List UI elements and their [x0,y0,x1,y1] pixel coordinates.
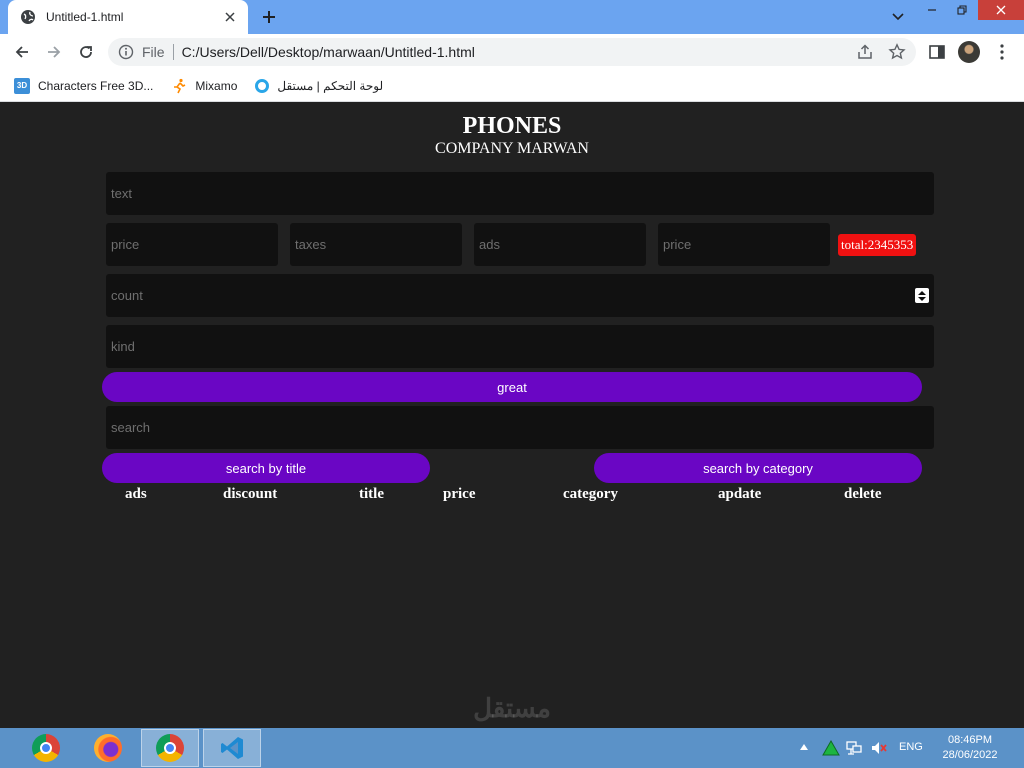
running-figure-icon [171,78,187,94]
column-header-price: price [443,486,476,502]
bookmark-label: لوحة التحكم | مستقل [277,78,384,93]
bookmark-mostaql[interactable]: لوحة التحكم | مستقل [255,78,384,93]
mostaql-logo-icon [255,78,270,93]
taskbar-firefox[interactable] [79,729,137,767]
column-header-title: title [359,486,384,502]
kebab-menu-icon[interactable] [994,43,1010,61]
tab-search-chevron-icon[interactable] [888,8,908,26]
clock-time: 08:46PM [947,734,993,746]
new-tab-button[interactable] [258,6,280,28]
search-input[interactable] [106,406,934,449]
column-header-delete: delete [844,486,882,502]
bookmarks-bar: 3D Characters Free 3D... Mixamo لوحة الت… [0,70,1024,102]
column-header-discount: discount [223,486,278,502]
clock-date: 28/06/2022 [942,749,998,761]
url-text[interactable]: C:/Users/Dell/Desktop/marwaan/Untitled-1… [182,44,856,60]
side-panel-icon[interactable] [928,43,946,61]
column-header-ads: ads [125,486,147,502]
search-by-title-button[interactable]: search by title [102,453,430,483]
browser-toolbar: File C:/Users/Dell/Desktop/marwaan/Untit… [0,34,1024,70]
bookmark-star-icon[interactable] [888,43,906,61]
info-icon[interactable] [118,44,134,60]
create-button[interactable]: great [102,372,922,402]
close-tab-icon[interactable] [222,9,238,25]
language-indicator[interactable]: ENG [899,741,923,753]
globe-icon [20,9,36,25]
discount-price-input[interactable] [658,223,830,266]
page-subtitle: COMPANY MARWAN [435,140,589,157]
column-header-category: category [563,486,618,502]
back-arrow-icon[interactable] [10,40,34,64]
total-badge: total:2345353 [838,234,917,256]
watermark-logo: مستقل [473,693,551,723]
browser-tab[interactable]: Untitled-1.html [8,0,248,34]
chrome-profile-icon [156,734,184,762]
count-stepper[interactable] [915,288,929,303]
taskbar-chrome[interactable] [17,729,75,767]
bookmark-characters[interactable]: 3D Characters Free 3D... [14,77,154,94]
omnibox-divider [172,44,174,60]
window-minimize-button[interactable] [918,0,946,20]
vscode-icon [219,735,245,761]
browser-tab-strip: Untitled-1.html [0,0,1024,34]
window-restore-button[interactable] [948,0,976,20]
stepper-up-icon[interactable] [918,290,926,295]
reload-icon[interactable] [74,40,98,64]
page-title: PHONES [462,113,562,139]
taskbar-vscode[interactable] [203,729,261,767]
firefox-icon [94,734,122,762]
forward-arrow-icon[interactable] [42,40,66,64]
page-viewport: PHONES COMPANY MARWAN total:2345353 grea… [0,103,1024,728]
search-by-category-button[interactable]: search by category [594,453,922,483]
3d-badge-icon: 3D [14,77,30,94]
address-bar[interactable]: File C:/Users/Dell/Desktop/marwaan/Untit… [108,38,916,66]
text-input[interactable] [106,172,934,215]
network-icon[interactable] [845,740,863,756]
ads-input[interactable] [474,223,646,266]
volume-muted-icon[interactable] [870,740,888,756]
count-input[interactable] [106,274,934,317]
stepper-down-icon[interactable] [918,296,926,301]
taxes-input[interactable] [290,223,462,266]
tab-title: Untitled-1.html [46,10,124,24]
share-icon[interactable] [856,43,874,61]
price-input[interactable] [106,223,278,266]
bookmark-mixamo[interactable]: Mixamo [171,78,237,94]
bookmark-label: Characters Free 3D... [38,78,154,93]
column-header-update: apdate [718,486,762,502]
window-close-button[interactable] [978,0,1024,20]
kind-input[interactable] [106,325,934,368]
taskbar-chrome-profile[interactable] [141,729,199,767]
url-scheme-label: File [142,44,165,60]
chrome-icon [32,734,60,762]
tray-triangle-icon[interactable] [822,740,840,756]
clock[interactable]: 08:46PM 28/06/2022 [940,733,1000,763]
bookmark-label: Mixamo [195,78,238,93]
profile-avatar[interactable] [958,41,980,63]
tray-expand-icon[interactable] [800,744,808,750]
